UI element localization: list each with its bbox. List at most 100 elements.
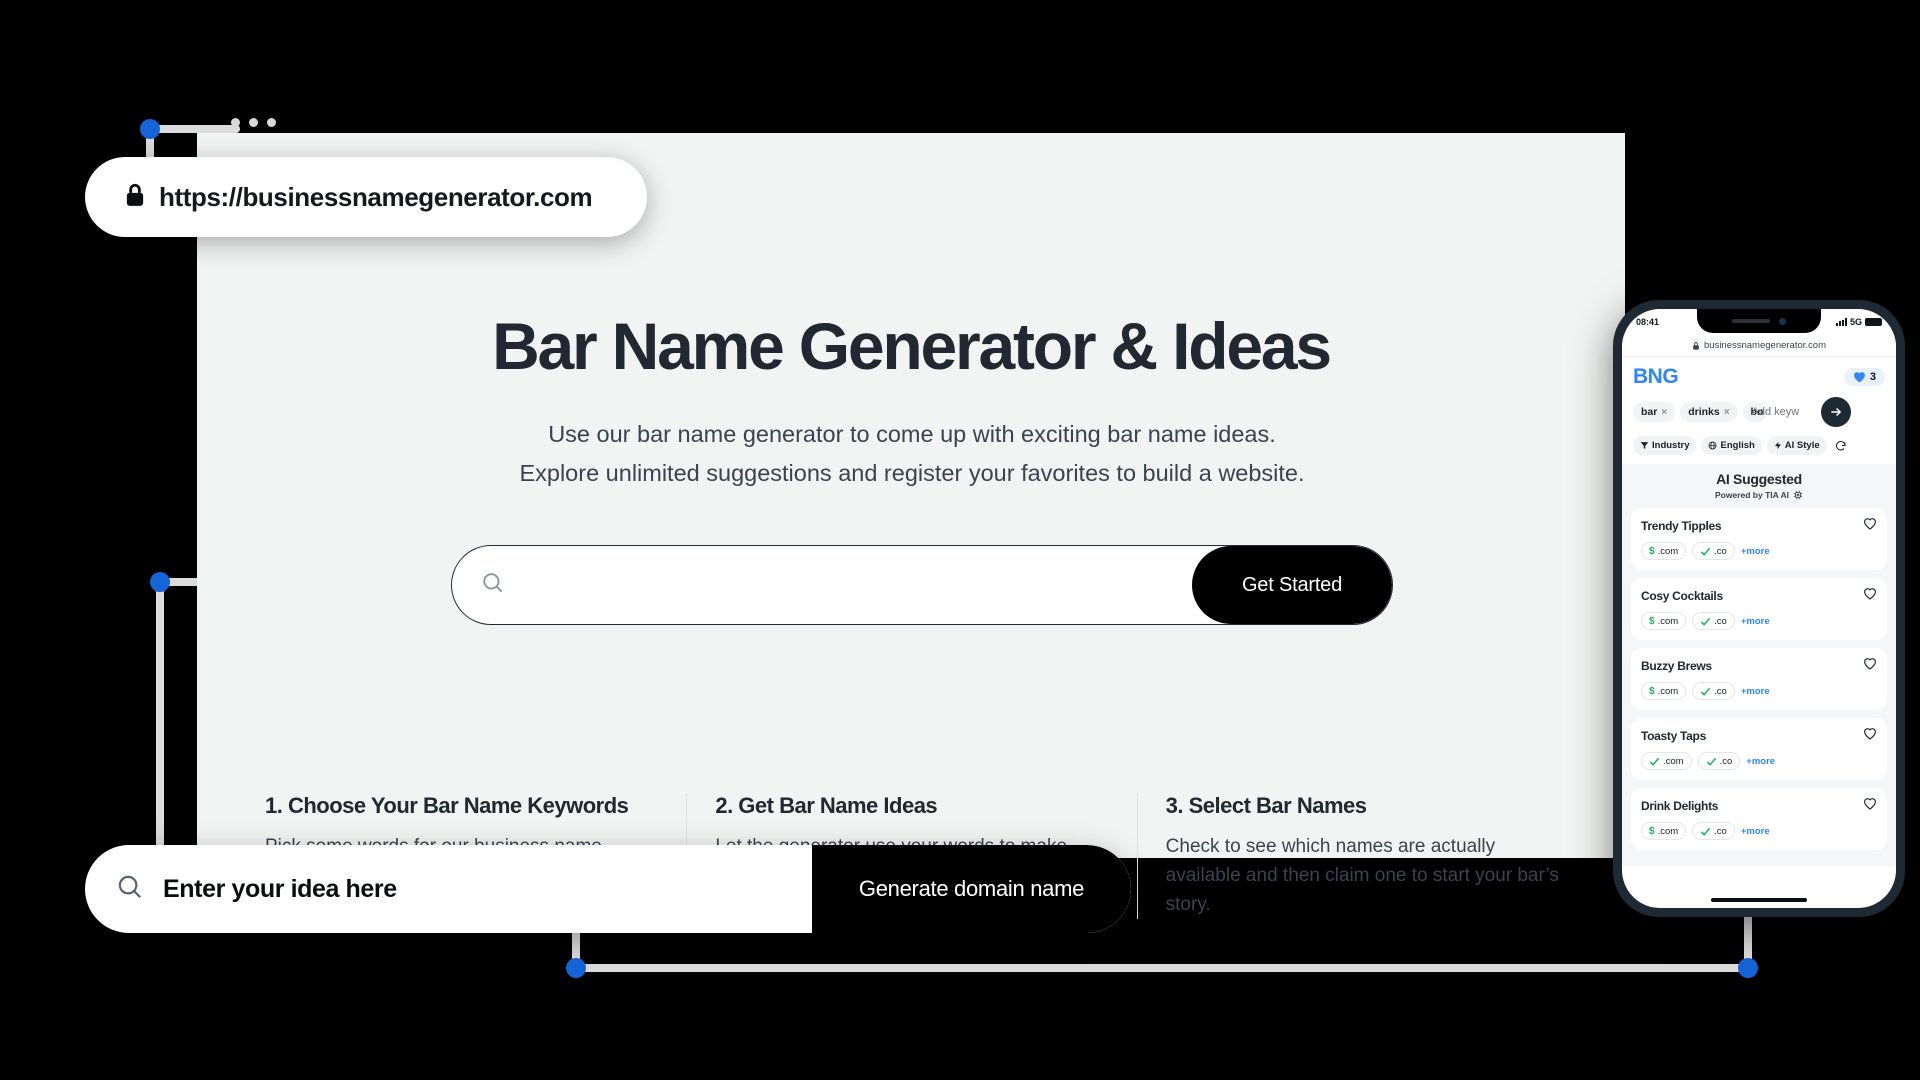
step-title: 2. Get Bar Name Ideas xyxy=(715,793,938,818)
result-card[interactable]: Trendy Tipples $ .com .co +more xyxy=(1631,508,1887,570)
add-keyword-input[interactable] xyxy=(1751,406,1814,418)
connector-dot-top xyxy=(140,119,160,139)
result-card[interactable]: Drink Delights $ .com .co +more xyxy=(1631,788,1887,850)
page-title: Bar Name Generator & Ideas xyxy=(492,309,1332,383)
filter-label: English xyxy=(1720,440,1755,451)
tld-label: .co xyxy=(1714,545,1727,557)
tld-chip-com[interactable]: $ .com xyxy=(1641,682,1687,700)
tld-chip-co[interactable]: .co xyxy=(1697,752,1741,770)
result-name: Drink Delights xyxy=(1641,799,1719,813)
search-input[interactable] xyxy=(506,546,1192,624)
status-time: 08:41 xyxy=(1636,317,1660,327)
favorites-count: 3 xyxy=(1869,371,1876,383)
more-link[interactable]: +more xyxy=(1741,546,1770,557)
remove-icon[interactable]: × xyxy=(1661,407,1667,418)
check-icon xyxy=(1700,547,1711,556)
tld-chip-co[interactable]: .co xyxy=(1692,682,1735,700)
more-link[interactable]: +more xyxy=(1741,686,1770,697)
generate-domain-button[interactable]: Generate domain name xyxy=(812,845,1131,933)
ai-suggested-subtitle: Powered by TIA AI xyxy=(1622,490,1896,500)
filter-industry[interactable]: Industry xyxy=(1633,436,1697,455)
keyword-chip-drinks[interactable]: drinks × xyxy=(1680,402,1738,422)
result-name: Trendy Tipples xyxy=(1641,519,1722,533)
tld-label: .co xyxy=(1714,825,1727,837)
tld-chip-co[interactable]: .co xyxy=(1692,542,1735,560)
step-title: 3. Select Bar Names xyxy=(1165,793,1367,818)
hero-search-bar[interactable]: Get Started xyxy=(451,545,1393,625)
domain-generator-bar[interactable]: Enter your idea here Generate domain nam… xyxy=(85,845,1131,933)
filter-row: Industry English AI Style xyxy=(1622,427,1896,464)
favorite-heart-icon[interactable] xyxy=(1863,727,1877,745)
more-link[interactable]: +more xyxy=(1741,616,1770,627)
step-item-3: 3. Select Bar Names Check to see which n… xyxy=(1136,793,1587,919)
idea-input-placeholder[interactable]: Enter your idea here xyxy=(145,875,812,904)
keyword-label: bar xyxy=(1641,406,1658,418)
connector-dot-bottom-left xyxy=(566,958,586,978)
more-link[interactable]: +more xyxy=(1746,756,1775,767)
window-dot xyxy=(249,118,258,127)
phone-url-bar[interactable]: businessnamegenerator.com xyxy=(1622,335,1896,357)
filter-label: Industry xyxy=(1652,440,1690,451)
tld-chip-co[interactable]: .co xyxy=(1692,612,1735,630)
tld-label: .co xyxy=(1719,755,1733,767)
price-icon: $ xyxy=(1649,545,1655,557)
check-icon xyxy=(1700,827,1711,836)
more-link[interactable]: +more xyxy=(1741,826,1770,837)
filter-icon xyxy=(1640,442,1649,449)
phone-notch xyxy=(1697,309,1821,333)
tld-label: .co xyxy=(1714,685,1727,697)
step-title: 1. Choose Your Bar Name Keywords xyxy=(265,793,629,818)
lock-icon xyxy=(1693,341,1699,350)
connector-horiz-bottom xyxy=(576,964,1748,972)
get-started-button[interactable]: Get Started xyxy=(1192,546,1392,624)
url-bar[interactable]: https://businessnamegenerator.com xyxy=(85,157,647,237)
result-card[interactable]: Cosy Cocktails $ .com .co +more xyxy=(1631,578,1887,640)
signal-bars-icon xyxy=(1835,318,1847,326)
submit-keywords-button[interactable] xyxy=(1820,397,1851,427)
results-list: Trendy Tipples $ .com .co +more Cosy Cocktail… xyxy=(1622,508,1896,866)
refresh-icon[interactable] xyxy=(1835,440,1847,452)
favorite-heart-icon[interactable] xyxy=(1863,587,1877,605)
tld-chip-com[interactable]: $ .com xyxy=(1641,612,1687,630)
window-dot xyxy=(267,118,276,127)
keyword-label: drinks xyxy=(1688,406,1720,418)
arrow-right-icon xyxy=(1830,407,1841,417)
remove-icon[interactable]: × xyxy=(1724,407,1730,418)
ai-subtitle-text: Powered by TIA AI xyxy=(1715,490,1789,500)
ai-suggested-band: AI Suggested Powered by TIA AI xyxy=(1622,464,1896,508)
speaker-icon xyxy=(1732,319,1770,323)
favorite-heart-icon[interactable] xyxy=(1863,797,1877,815)
step-body: Check to see which names are actually av… xyxy=(1165,836,1559,915)
globe-icon xyxy=(1709,441,1717,450)
tld-label: .com xyxy=(1657,615,1679,627)
favorite-heart-icon[interactable] xyxy=(1863,657,1877,675)
price-icon: $ xyxy=(1649,685,1655,697)
filter-label: AI Style xyxy=(1784,440,1820,451)
filter-language[interactable]: English xyxy=(1701,436,1762,455)
favorites-badge[interactable]: 3 xyxy=(1843,368,1885,386)
result-card[interactable]: Buzzy Brews $ .com .co +more xyxy=(1631,648,1887,710)
bng-logo[interactable]: BNG xyxy=(1633,365,1679,389)
tld-label: .com xyxy=(1663,755,1684,767)
check-icon xyxy=(1649,757,1660,766)
tld-chip-com[interactable]: .com xyxy=(1641,752,1692,770)
network-label: 5G xyxy=(1849,317,1862,327)
browser-window: Bar Name Generator & Ideas Use our bar n… xyxy=(197,133,1625,919)
tld-label: .com xyxy=(1657,685,1679,697)
chip-icon xyxy=(1793,490,1803,500)
result-card[interactable]: Toasty Taps .com .co +more xyxy=(1631,718,1887,780)
tld-label: .com xyxy=(1657,825,1679,837)
tld-chip-com[interactable]: $ .com xyxy=(1641,822,1687,840)
connector-dot-bottom-right xyxy=(1738,958,1758,978)
favorite-heart-icon[interactable] xyxy=(1863,517,1877,535)
filter-ai-style[interactable]: AI Style xyxy=(1766,436,1827,455)
tld-label: .com xyxy=(1657,545,1679,557)
home-indicator xyxy=(1711,898,1807,902)
keyword-chip-bar[interactable]: bar × xyxy=(1633,402,1676,422)
tld-chip-com[interactable]: $ .com xyxy=(1641,542,1687,560)
battery-icon xyxy=(1865,317,1882,327)
tld-chip-co[interactable]: .co xyxy=(1692,822,1735,840)
phone-screen: 08:41 5G businessnamegenerator.com BNG 3… xyxy=(1622,309,1896,908)
result-name: Toasty Taps xyxy=(1641,729,1706,743)
window-dots xyxy=(231,118,276,127)
